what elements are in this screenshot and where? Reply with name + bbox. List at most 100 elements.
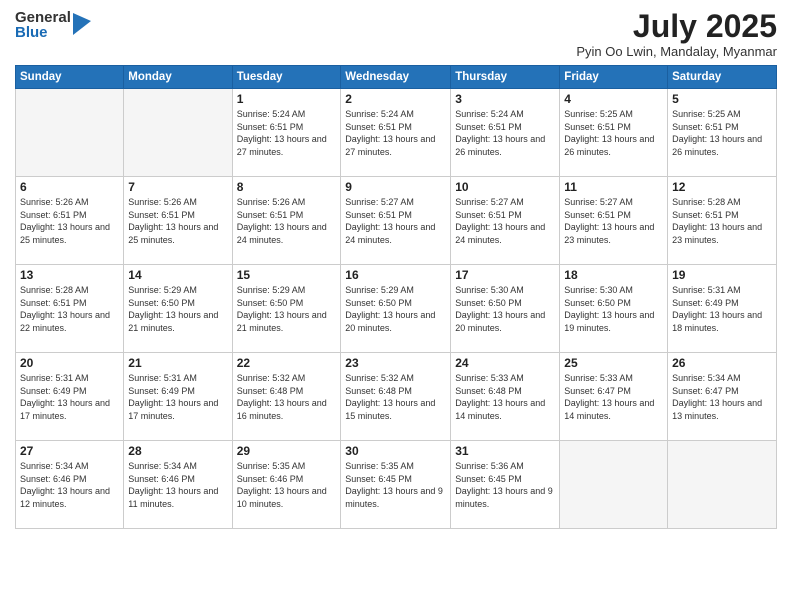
logo-text: General Blue xyxy=(15,10,71,40)
day-info: Sunrise: 5:33 AM Sunset: 6:48 PM Dayligh… xyxy=(455,372,555,422)
col-header-sunday: Sunday xyxy=(16,66,124,89)
week-row-4: 20Sunrise: 5:31 AM Sunset: 6:49 PM Dayli… xyxy=(16,353,777,441)
day-number: 9 xyxy=(345,180,446,194)
col-header-friday: Friday xyxy=(560,66,668,89)
day-number: 4 xyxy=(564,92,663,106)
week-row-2: 6 Sunrise: 5:26 AM Sunset: 6:51 PM Daylig… xyxy=(16,177,777,265)
day-info: Sunrise: 5:34 AM Sunset: 6:47 PM Dayligh… xyxy=(672,372,772,422)
calendar-table: SundayMondayTuesdayWednesdayThursdayFrid… xyxy=(15,65,777,529)
day-cell: 18 Sunrise: 5:30 AM Sunset: 6:50 PM Dayli… xyxy=(560,265,668,353)
location: Pyin Oo Lwin, Mandalay, Myanmar xyxy=(576,44,777,59)
day-info: Sunrise: 5:31 AM Sunset: 6:49 PM Dayligh… xyxy=(20,372,119,422)
logo-blue: Blue xyxy=(15,25,71,40)
day-cell: 13 Sunrise: 5:28 AM Sunset: 6:51 PM Dayli… xyxy=(16,265,124,353)
day-number: 12 xyxy=(672,180,772,194)
day-info: Sunrise: 5:26 AM Sunset: 6:51 PM Dayligh… xyxy=(128,196,227,246)
day-number: 21 xyxy=(128,356,227,370)
day-cell xyxy=(124,89,232,177)
day-number: 5 xyxy=(672,92,772,106)
day-cell: 27Sunrise: 5:34 AM Sunset: 6:46 PM Dayli… xyxy=(16,441,124,529)
day-cell: 1Sunrise: 5:24 AM Sunset: 6:51 PM Daylig… xyxy=(232,89,341,177)
day-info: Sunrise: 5:31 AM Sunset: 6:49 PM Dayligh… xyxy=(128,372,227,422)
day-info: Sunrise: 5:30 AM Sunset: 6:50 PM Dayligh… xyxy=(455,284,555,334)
day-info: Sunrise: 5:30 AM Sunset: 6:50 PM Dayligh… xyxy=(564,284,663,334)
day-info: Sunrise: 5:27 AM Sunset: 6:51 PM Dayligh… xyxy=(564,196,663,246)
month-title: July 2025 xyxy=(576,10,777,42)
day-info: Sunrise: 5:31 AM Sunset: 6:49 PM Dayligh… xyxy=(672,284,772,334)
day-info: Sunrise: 5:36 AM Sunset: 6:45 PM Dayligh… xyxy=(455,460,555,510)
day-cell: 2 Sunrise: 5:24 AM Sunset: 6:51 PM Daylig… xyxy=(341,89,451,177)
day-number: 19 xyxy=(672,268,772,282)
day-info: Sunrise: 5:25 AM Sunset: 6:51 PM Dayligh… xyxy=(564,108,663,158)
day-cell: 10 Sunrise: 5:27 AM Sunset: 6:51 PM Dayli… xyxy=(451,177,560,265)
col-header-thursday: Thursday xyxy=(451,66,560,89)
day-cell: 26 Sunrise: 5:34 AM Sunset: 6:47 PM Dayli… xyxy=(668,353,777,441)
logo: General Blue xyxy=(15,10,91,40)
day-cell xyxy=(16,89,124,177)
day-cell: 5 Sunrise: 5:25 AM Sunset: 6:51 PM Daylig… xyxy=(668,89,777,177)
page: General Blue July 2025 Pyin Oo Lwin, Man… xyxy=(0,0,792,612)
day-number: 8 xyxy=(237,180,337,194)
day-cell: 24Sunrise: 5:33 AM Sunset: 6:48 PM Dayli… xyxy=(451,353,560,441)
day-cell: 12Sunrise: 5:28 AM Sunset: 6:51 PM Dayli… xyxy=(668,177,777,265)
day-cell: 4 Sunrise: 5:25 AM Sunset: 6:51 PM Daylig… xyxy=(560,89,668,177)
day-number: 13 xyxy=(20,268,119,282)
day-info: Sunrise: 5:28 AM Sunset: 6:51 PM Dayligh… xyxy=(20,284,119,334)
day-cell: 16 Sunrise: 5:29 AM Sunset: 6:50 PM Dayli… xyxy=(341,265,451,353)
day-info: Sunrise: 5:24 AM Sunset: 6:51 PM Dayligh… xyxy=(237,108,337,158)
day-info: Sunrise: 5:26 AM Sunset: 6:51 PM Dayligh… xyxy=(20,196,119,246)
day-cell: 9 Sunrise: 5:27 AM Sunset: 6:51 PM Daylig… xyxy=(341,177,451,265)
day-number: 7 xyxy=(128,180,227,194)
logo-icon xyxy=(73,13,91,35)
col-header-saturday: Saturday xyxy=(668,66,777,89)
header: General Blue July 2025 Pyin Oo Lwin, Man… xyxy=(15,10,777,59)
day-cell: 14Sunrise: 5:29 AM Sunset: 6:50 PM Dayli… xyxy=(124,265,232,353)
day-number: 28 xyxy=(128,444,227,458)
day-number: 29 xyxy=(237,444,337,458)
day-cell: 3 Sunrise: 5:24 AM Sunset: 6:51 PM Daylig… xyxy=(451,89,560,177)
day-cell: 29Sunrise: 5:35 AM Sunset: 6:46 PM Dayli… xyxy=(232,441,341,529)
day-number: 15 xyxy=(237,268,337,282)
day-info: Sunrise: 5:32 AM Sunset: 6:48 PM Dayligh… xyxy=(237,372,337,422)
day-info: Sunrise: 5:29 AM Sunset: 6:50 PM Dayligh… xyxy=(345,284,446,334)
day-number: 3 xyxy=(455,92,555,106)
logo-general: General xyxy=(15,10,71,25)
day-cell: 21 Sunrise: 5:31 AM Sunset: 6:49 PM Dayli… xyxy=(124,353,232,441)
day-cell: 6 Sunrise: 5:26 AM Sunset: 6:51 PM Daylig… xyxy=(16,177,124,265)
day-info: Sunrise: 5:29 AM Sunset: 6:50 PM Dayligh… xyxy=(237,284,337,334)
col-header-wednesday: Wednesday xyxy=(341,66,451,89)
day-number: 11 xyxy=(564,180,663,194)
week-row-5: 27Sunrise: 5:34 AM Sunset: 6:46 PM Dayli… xyxy=(16,441,777,529)
header-row: SundayMondayTuesdayWednesdayThursdayFrid… xyxy=(16,66,777,89)
day-number: 14 xyxy=(128,268,227,282)
day-number: 6 xyxy=(20,180,119,194)
day-cell: 28 Sunrise: 5:34 AM Sunset: 6:46 PM Dayli… xyxy=(124,441,232,529)
day-cell: 23Sunrise: 5:32 AM Sunset: 6:48 PM Dayli… xyxy=(341,353,451,441)
day-info: Sunrise: 5:32 AM Sunset: 6:48 PM Dayligh… xyxy=(345,372,446,422)
day-cell: 11 Sunrise: 5:27 AM Sunset: 6:51 PM Dayli… xyxy=(560,177,668,265)
day-number: 26 xyxy=(672,356,772,370)
day-number: 16 xyxy=(345,268,446,282)
day-info: Sunrise: 5:27 AM Sunset: 6:51 PM Dayligh… xyxy=(345,196,446,246)
day-cell: 25 Sunrise: 5:33 AM Sunset: 6:47 PM Dayli… xyxy=(560,353,668,441)
day-info: Sunrise: 5:33 AM Sunset: 6:47 PM Dayligh… xyxy=(564,372,663,422)
col-header-tuesday: Tuesday xyxy=(232,66,341,89)
day-info: Sunrise: 5:27 AM Sunset: 6:51 PM Dayligh… xyxy=(455,196,555,246)
day-cell: 19 Sunrise: 5:31 AM Sunset: 6:49 PM Dayli… xyxy=(668,265,777,353)
day-number: 2 xyxy=(345,92,446,106)
day-cell: 22 Sunrise: 5:32 AM Sunset: 6:48 PM Dayli… xyxy=(232,353,341,441)
day-number: 22 xyxy=(237,356,337,370)
day-info: Sunrise: 5:24 AM Sunset: 6:51 PM Dayligh… xyxy=(455,108,555,158)
day-info: Sunrise: 5:25 AM Sunset: 6:51 PM Dayligh… xyxy=(672,108,772,158)
day-cell xyxy=(560,441,668,529)
day-number: 18 xyxy=(564,268,663,282)
day-number: 17 xyxy=(455,268,555,282)
week-row-1: 1Sunrise: 5:24 AM Sunset: 6:51 PM Daylig… xyxy=(16,89,777,177)
day-number: 25 xyxy=(564,356,663,370)
day-number: 10 xyxy=(455,180,555,194)
day-info: Sunrise: 5:24 AM Sunset: 6:51 PM Dayligh… xyxy=(345,108,446,158)
day-cell: 17 Sunrise: 5:30 AM Sunset: 6:50 PM Dayli… xyxy=(451,265,560,353)
day-info: Sunrise: 5:34 AM Sunset: 6:46 PM Dayligh… xyxy=(20,460,119,510)
day-info: Sunrise: 5:34 AM Sunset: 6:46 PM Dayligh… xyxy=(128,460,227,510)
day-info: Sunrise: 5:35 AM Sunset: 6:45 PM Dayligh… xyxy=(345,460,446,510)
